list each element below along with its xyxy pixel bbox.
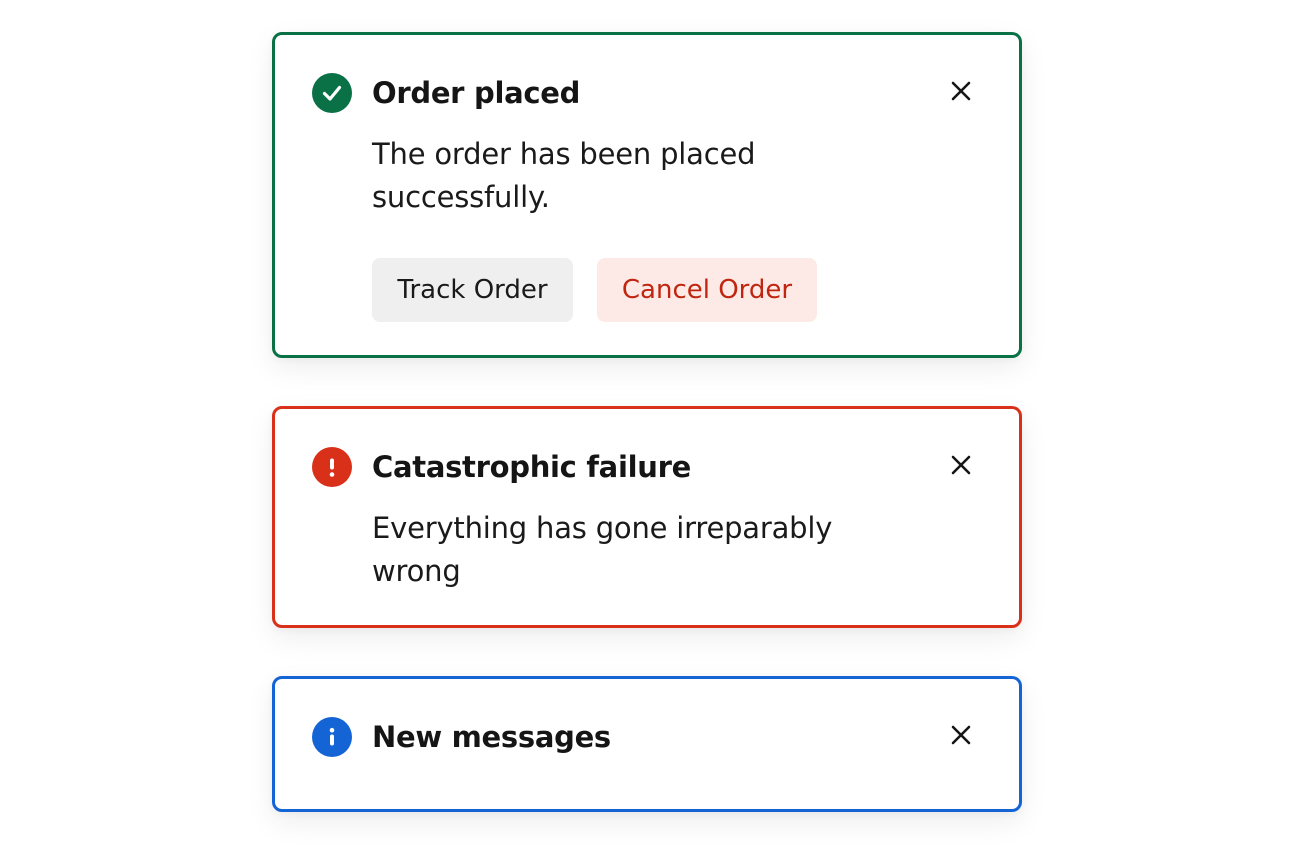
cancel-order-button[interactable]: Cancel Order <box>597 258 817 322</box>
toast-order-placed: Order placed The order has been placed s… <box>272 32 1022 358</box>
toast-new-messages: New messages <box>272 676 1022 812</box>
close-icon <box>951 81 971 105</box>
close-icon <box>951 725 971 749</box>
track-order-button[interactable]: Track Order <box>372 258 573 322</box>
exclamation-circle-icon <box>312 447 352 487</box>
toast-title: Order placed <box>372 76 581 110</box>
close-button[interactable] <box>943 75 979 111</box>
close-button[interactable] <box>943 719 979 755</box>
check-circle-icon <box>312 73 352 113</box>
toast-title: Catastrophic failure <box>372 450 691 484</box>
toast-title: New messages <box>372 720 611 754</box>
toast-message: The order has been placed successfully. <box>372 137 756 214</box>
info-circle-icon <box>312 717 352 757</box>
toast-actions: Track Order Cancel Order <box>372 258 817 322</box>
close-button[interactable] <box>943 449 979 485</box>
notification-stack: Order placed The order has been placed s… <box>272 32 1022 812</box>
toast-catastrophic-failure: Catastrophic failure Everything has gone… <box>272 406 1022 628</box>
close-icon <box>951 455 971 479</box>
toast-message: Everything has gone irreparably wrong <box>372 511 833 588</box>
